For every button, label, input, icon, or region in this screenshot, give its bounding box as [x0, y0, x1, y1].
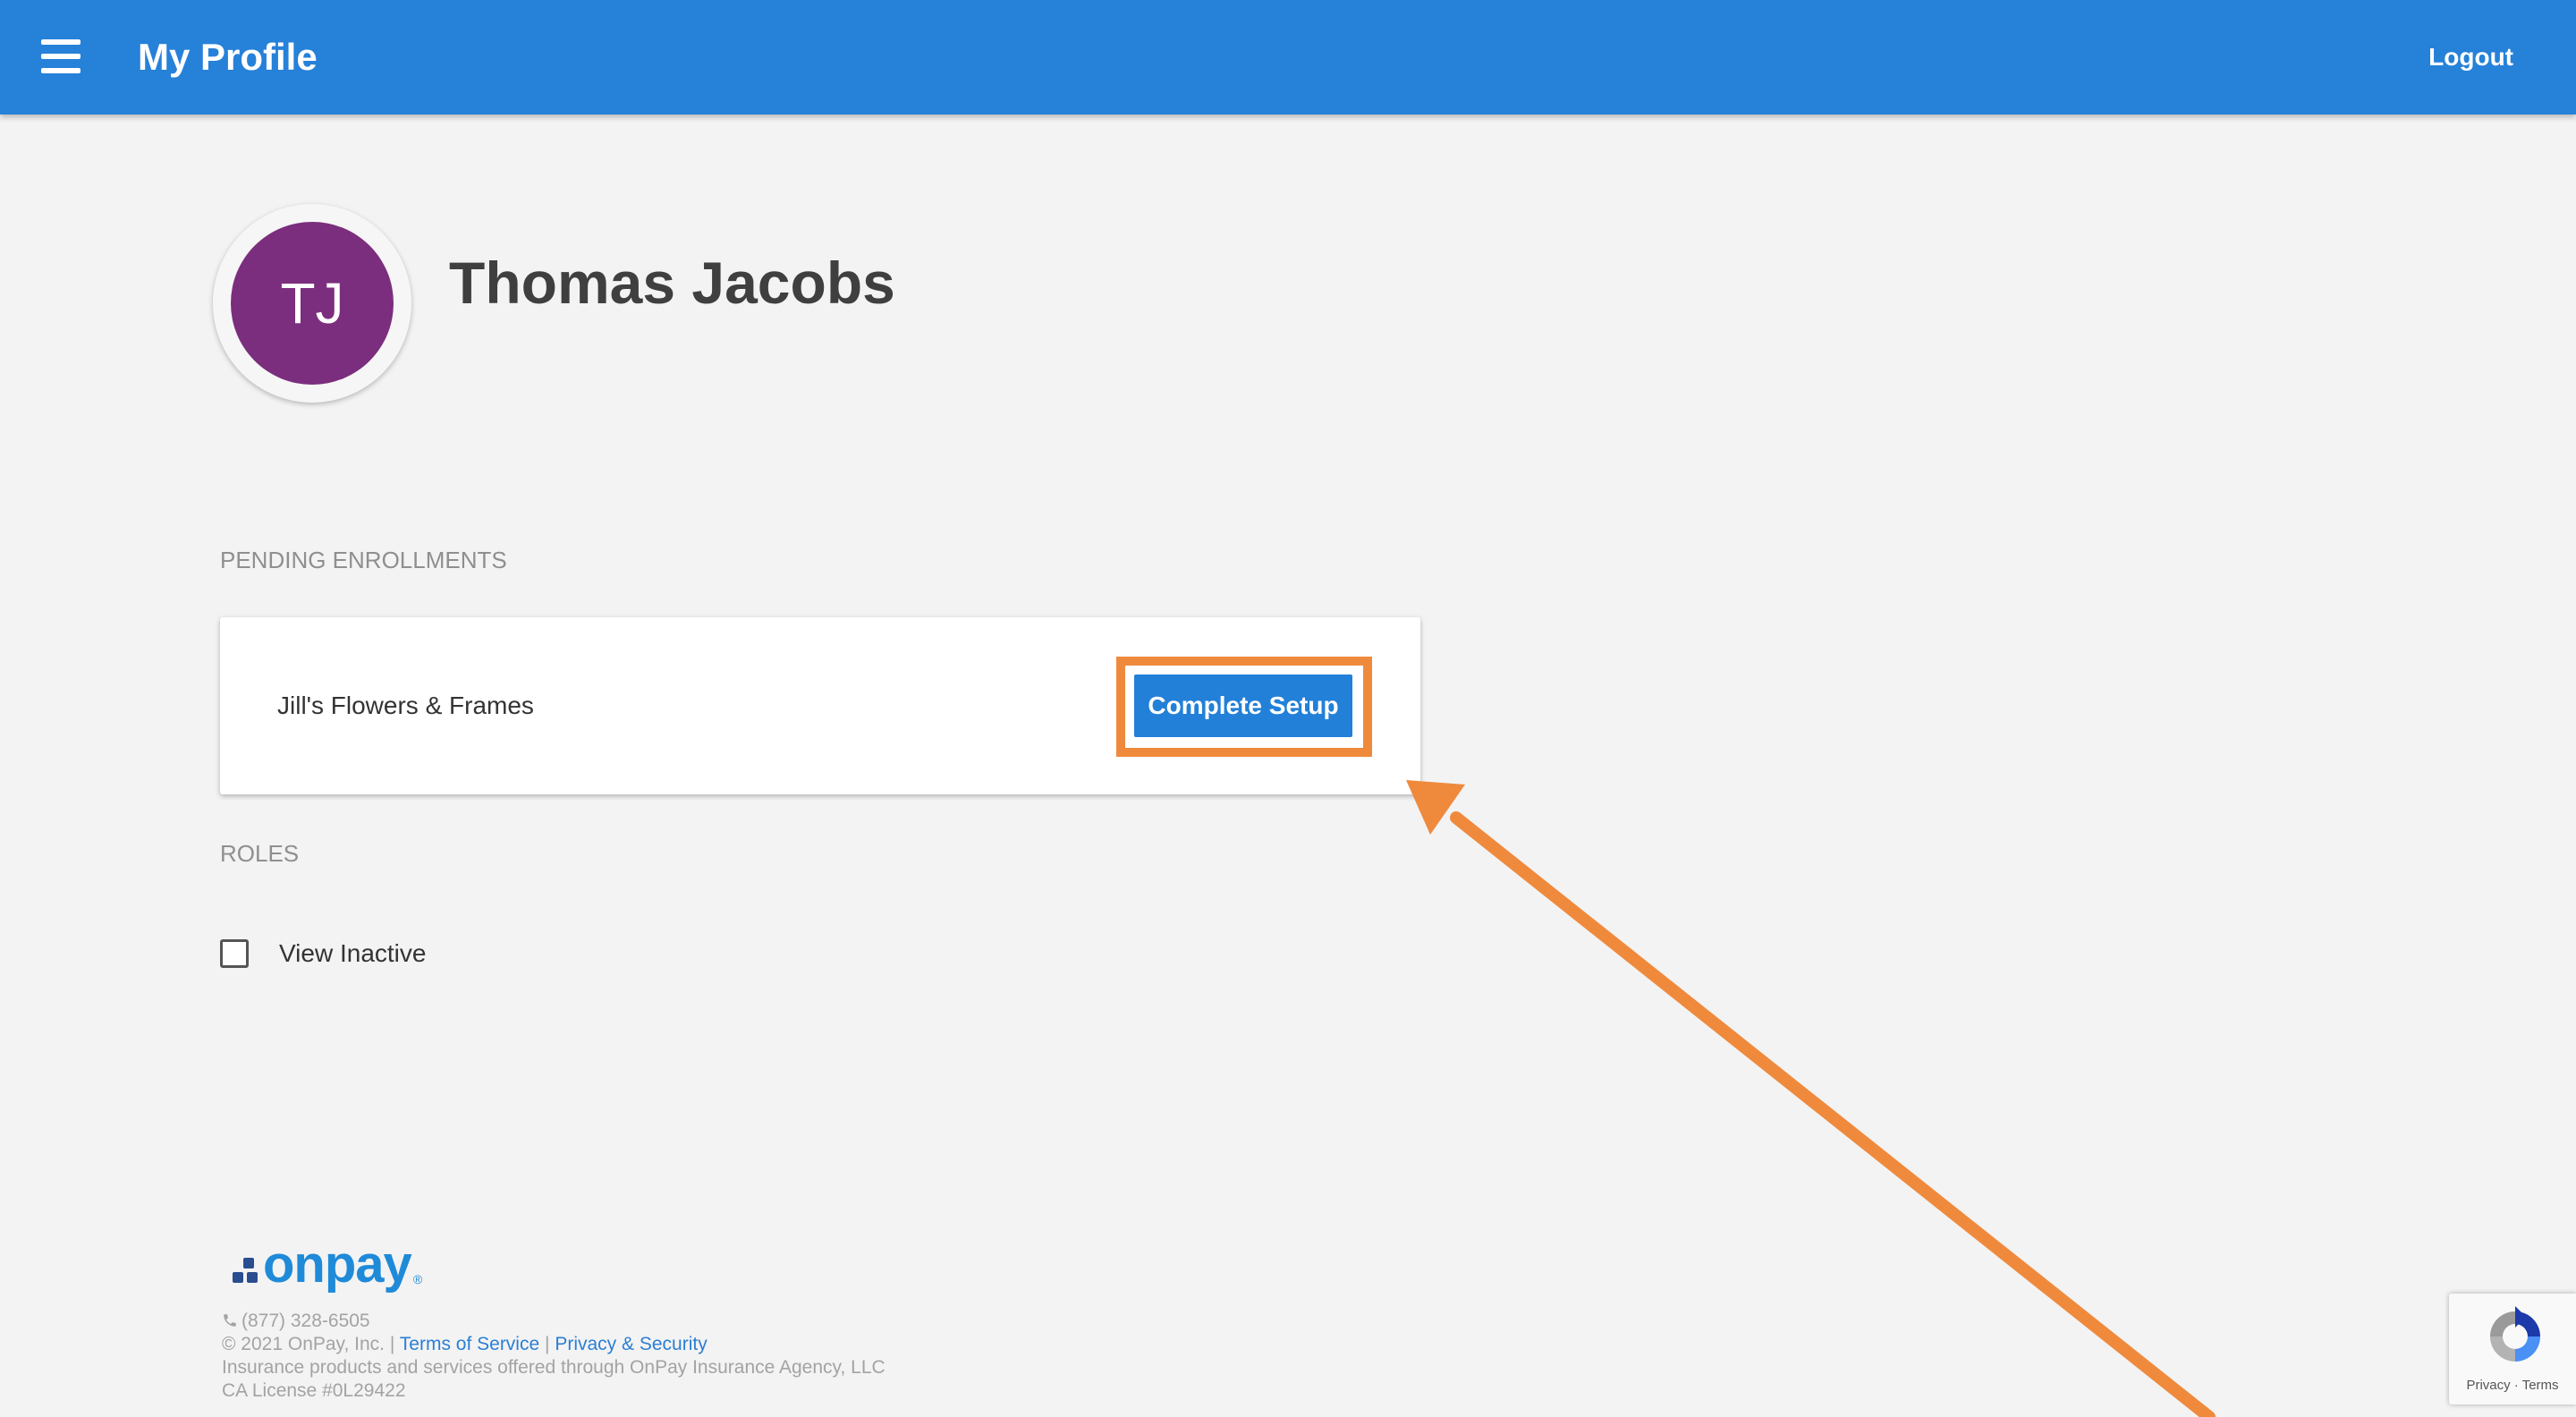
- page-title: My Profile: [138, 36, 318, 78]
- footer-phone: (877) 328-6505: [222, 1310, 886, 1333]
- view-inactive-checkbox[interactable]: [220, 939, 249, 968]
- recaptcha-icon: [2490, 1306, 2540, 1362]
- footer-license: CA License #0L29422: [222, 1380, 406, 1401]
- registered-mark: ®: [412, 1272, 423, 1286]
- footer-legal-links: © 2021 OnPay, Inc. | Terms of Service | …: [222, 1333, 886, 1356]
- terms-of-service-link[interactable]: Terms of Service: [400, 1334, 539, 1354]
- footer-copyright: © 2021 OnPay, Inc. |: [222, 1334, 395, 1354]
- recaptcha-separator: ·: [2513, 1378, 2519, 1393]
- top-app-bar: My Profile Logout: [0, 0, 2576, 115]
- enrollment-company-name: Jill's Flowers & Frames: [277, 692, 534, 719]
- onpay-logo: onpay ®: [233, 1238, 422, 1292]
- pending-enrollments-heading: PENDING ENROLLMENTS: [220, 547, 507, 573]
- profile-name: Thomas Jacobs: [449, 250, 895, 316]
- view-inactive-label: View Inactive: [279, 939, 427, 967]
- footer: (877) 328-6505 © 2021 OnPay, Inc. | Term…: [222, 1310, 886, 1403]
- recaptcha-terms-link[interactable]: Terms: [2522, 1378, 2559, 1393]
- hamburger-menu-icon[interactable]: [39, 36, 82, 79]
- enrollment-card: Jill's Flowers & Frames Complete Setup: [220, 617, 1420, 794]
- logout-button[interactable]: Logout: [2428, 41, 2513, 73]
- annotation-arrow-shaft: [1450, 811, 2216, 1417]
- footer-insurance-note: Insurance products and services offered …: [222, 1357, 886, 1378]
- complete-setup-button[interactable]: Complete Setup: [1134, 675, 1352, 737]
- onpay-logo-mark-icon: [233, 1258, 263, 1285]
- recaptcha-links: Privacy · Terms: [2449, 1378, 2576, 1393]
- recaptcha-privacy-link[interactable]: Privacy: [2466, 1378, 2510, 1393]
- onpay-logo-text: onpay: [263, 1235, 412, 1294]
- roles-heading: ROLES: [220, 840, 300, 867]
- view-inactive-toggle[interactable]: View Inactive: [220, 936, 426, 972]
- avatar-initials: TJ: [231, 222, 394, 385]
- phone-icon: [224, 1314, 236, 1327]
- avatar: TJ: [213, 204, 411, 403]
- recaptcha-badge[interactable]: Privacy · Terms: [2449, 1294, 2576, 1404]
- footer-phone-number: (877) 328-6505: [242, 1311, 370, 1331]
- footer-separator: |: [545, 1334, 550, 1354]
- privacy-security-link[interactable]: Privacy & Security: [555, 1334, 707, 1354]
